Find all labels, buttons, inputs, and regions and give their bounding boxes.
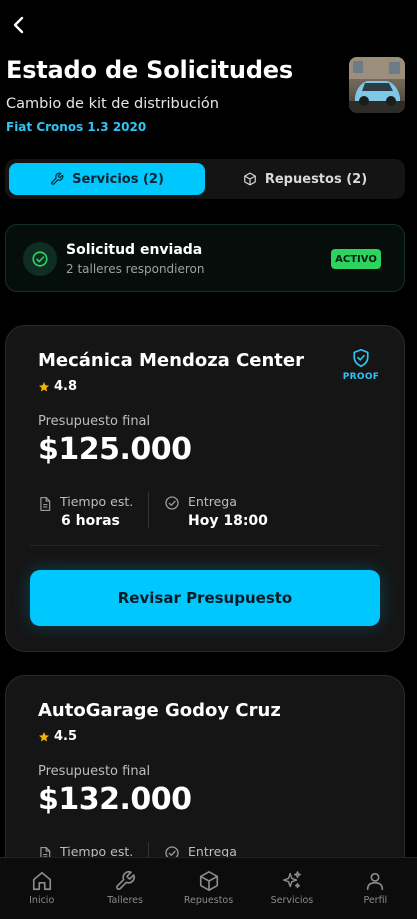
tab-bar: Servicios (2) Repuestos (2)	[5, 159, 405, 199]
budget-label: Presupuesto final	[38, 414, 151, 429]
nav-item-talleres[interactable]: Talleres	[83, 858, 166, 919]
nav-item-inicio[interactable]: Inicio	[0, 858, 83, 919]
check-circle-icon	[23, 242, 57, 276]
request-status-card: Solicitud enviada 2 talleres respondiero…	[5, 224, 405, 292]
rating: 4.8	[38, 379, 77, 394]
vehicle-thumbnail	[349, 57, 405, 113]
quote-price: $125.000	[38, 432, 192, 467]
star-icon	[39, 731, 49, 741]
workshop-name: AutoGarage Godoy Cruz	[38, 700, 281, 721]
wrench-icon	[116, 871, 136, 890]
wrench-icon	[51, 172, 64, 185]
page-title: Estado de Solicitudes	[6, 56, 293, 84]
page-subtitle: Cambio de kit de distribución	[6, 96, 219, 112]
rating-value: 4.5	[54, 729, 78, 744]
rating: 4.5	[38, 729, 77, 744]
status-badge: ACTIVO	[331, 249, 381, 269]
budget-label: Presupuesto final	[38, 764, 151, 779]
shield-check-icon	[353, 348, 369, 368]
nav-label: Perfil	[363, 895, 388, 906]
tab-repuestos[interactable]: Repuestos (2)	[209, 163, 401, 195]
vehicle-label: Fiat Cronos 1.3 2020	[6, 120, 147, 134]
proof-badge: PROOF	[341, 348, 381, 382]
nav-label: Inicio	[29, 895, 55, 906]
star-icon	[39, 381, 49, 391]
nav-label: Repuestos	[183, 895, 234, 906]
status-title: Solicitud enviada	[66, 242, 203, 258]
back-button[interactable]	[8, 14, 30, 36]
tab-repuestos-label: Repuestos (2)	[264, 171, 368, 187]
box-icon	[199, 871, 218, 891]
bottom-nav: Inicio Talleres Repuestos Servicios Perf…	[0, 857, 417, 919]
nav-item-perfil[interactable]: Perfil	[334, 858, 417, 919]
proof-label: PROOF	[342, 372, 380, 382]
box-icon	[244, 172, 256, 186]
delivery-value: Hoy 18:00	[188, 513, 268, 529]
time-value: 6 horas	[61, 513, 120, 529]
divider	[148, 492, 149, 528]
workshop-name: Mecánica Mendoza Center	[38, 350, 305, 371]
home-icon	[32, 871, 51, 891]
user-icon	[367, 872, 384, 891]
nav-item-repuestos[interactable]: Repuestos	[167, 858, 250, 919]
status-subtitle: 2 talleres respondieron	[66, 262, 205, 276]
time-label: Tiempo est.	[60, 494, 134, 509]
check-circle-icon	[165, 496, 179, 510]
quote-card[interactable]: Mecánica Mendoza Center 4.8 PROOF Presup…	[5, 325, 405, 652]
nav-label: Servicios	[270, 895, 314, 906]
document-icon	[40, 497, 51, 511]
sparkles-icon	[282, 871, 301, 889]
quote-price: $132.000	[38, 782, 192, 817]
nav-label: Talleres	[107, 895, 143, 906]
tab-servicios[interactable]: Servicios (2)	[9, 163, 205, 195]
delivery-label: Entrega	[188, 494, 237, 509]
divider	[30, 545, 380, 546]
nav-item-servicios[interactable]: Servicios	[250, 858, 333, 919]
rating-value: 4.8	[54, 379, 78, 394]
chevron-left-icon	[13, 16, 24, 34]
tab-servicios-label: Servicios (2)	[72, 171, 164, 187]
review-quote-button[interactable]: Revisar Presupuesto	[30, 570, 380, 626]
delivery: Entrega Hoy 18:00	[164, 494, 268, 529]
estimated-time: Tiempo est. 6 horas	[38, 494, 133, 529]
